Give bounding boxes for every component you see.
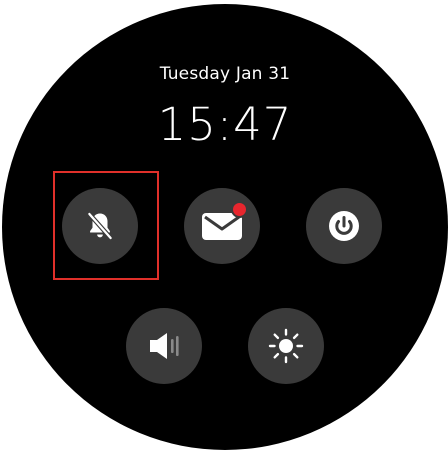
- sound-button[interactable]: [126, 308, 202, 384]
- power-button[interactable]: [306, 188, 382, 264]
- power-icon: [327, 209, 361, 243]
- sun-icon: [267, 327, 305, 365]
- messages-button[interactable]: [184, 188, 260, 264]
- do-not-disturb-button[interactable]: [62, 188, 138, 264]
- time-label: 15:47: [157, 98, 293, 151]
- speaker-icon: [144, 329, 184, 363]
- watch-face: Tuesday Jan 31 15:47: [2, 4, 448, 450]
- date-label: Tuesday Jan 31: [159, 64, 291, 84]
- brightness-button[interactable]: [248, 308, 324, 384]
- bell-off-icon: [83, 209, 117, 243]
- screen: Tuesday Jan 31 15:47: [0, 0, 448, 454]
- unread-badge: [231, 201, 248, 218]
